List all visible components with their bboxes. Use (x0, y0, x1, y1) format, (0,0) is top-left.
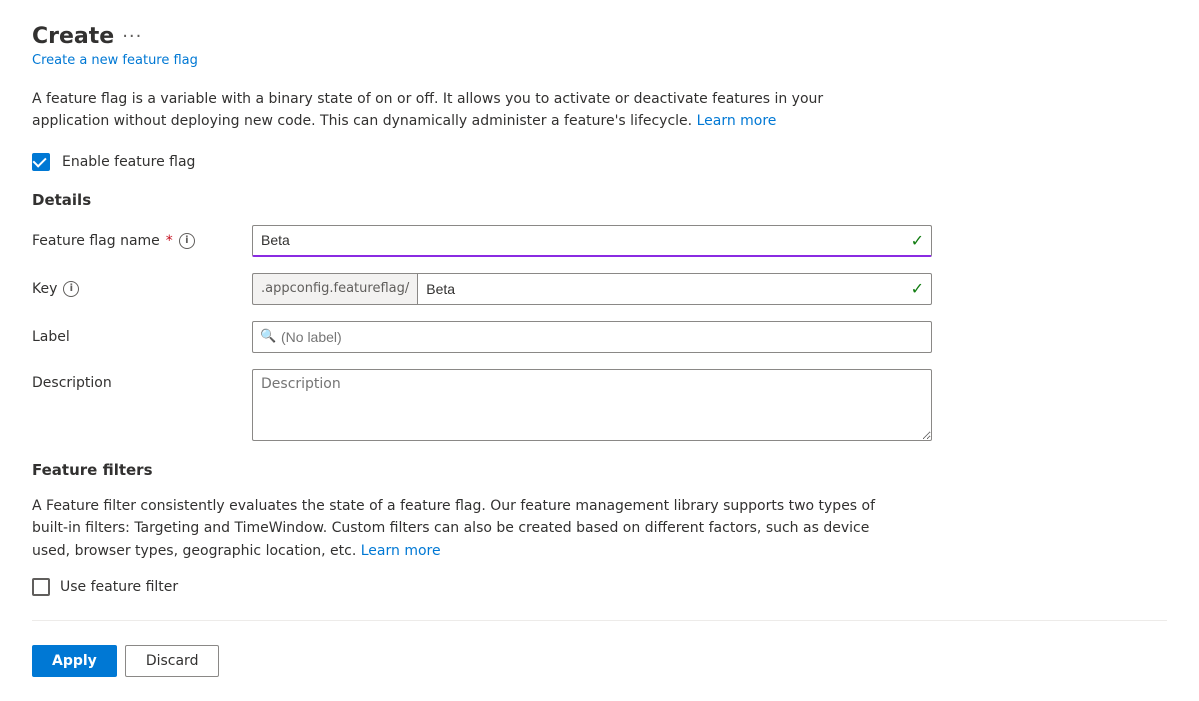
page-title: Create (32, 24, 114, 49)
key-label-text: Key (32, 281, 57, 297)
feature-filters-learn-more-link[interactable]: Learn more (361, 543, 441, 559)
enable-feature-flag-row: Enable feature flag (32, 153, 1167, 171)
required-star: * (166, 233, 173, 249)
use-feature-filter-label: Use feature filter (60, 579, 178, 595)
label-search-icon: 🔍 (260, 329, 276, 344)
description-label: Description (32, 369, 252, 391)
apply-button[interactable]: Apply (32, 645, 117, 677)
use-feature-filter-row: Use feature filter (32, 578, 1167, 596)
page-description: A feature flag is a variable with a bina… (32, 88, 892, 133)
key-input-container: .appconfig.featureflag/ ✓ (252, 273, 932, 305)
feature-flag-name-check-icon: ✓ (911, 231, 924, 250)
feature-filters-description: A Feature filter consistently evaluates … (32, 495, 892, 562)
details-section: Details Feature flag name * i ✓ Key i .a… (32, 191, 1167, 445)
feature-flag-name-label-text: Feature flag name (32, 233, 160, 249)
label-input[interactable] (252, 321, 932, 353)
feature-flag-name-label: Feature flag name * i (32, 233, 252, 249)
description-textarea[interactable] (252, 369, 932, 441)
feature-filters-title: Feature filters (32, 461, 1167, 479)
feature-flag-name-field: ✓ (252, 225, 932, 257)
details-section-title: Details (32, 191, 1167, 209)
discard-button[interactable]: Discard (125, 645, 220, 677)
description-row: Description (32, 369, 932, 445)
feature-flag-name-info-icon[interactable]: i (179, 233, 195, 249)
enable-feature-flag-checkbox[interactable] (32, 153, 50, 171)
description-label-text: Description (32, 375, 112, 391)
key-field: .appconfig.featureflag/ ✓ (252, 273, 932, 305)
page-header: Create ··· (32, 24, 1167, 49)
feature-filters-description-text: A Feature filter consistently evaluates … (32, 498, 875, 559)
enable-feature-flag-label: Enable feature flag (62, 154, 195, 170)
key-prefix: .appconfig.featureflag/ (252, 273, 417, 305)
feature-flag-name-row: Feature flag name * i ✓ (32, 225, 932, 257)
action-divider (32, 620, 1167, 621)
feature-flag-name-input-container: ✓ (252, 225, 932, 257)
key-input[interactable] (417, 273, 932, 305)
key-info-icon[interactable]: i (63, 281, 79, 297)
action-bar: Apply Discard (32, 637, 1167, 677)
feature-filters-section: Feature filters A Feature filter consist… (32, 461, 1167, 596)
label-field-label: Label (32, 329, 252, 345)
key-check-icon: ✓ (911, 279, 924, 298)
use-feature-filter-checkbox[interactable] (32, 578, 50, 596)
page-subtitle[interactable]: Create a new feature flag (32, 53, 1167, 68)
description-learn-more-link[interactable]: Learn more (697, 113, 777, 129)
label-field-label-text: Label (32, 329, 70, 345)
key-label: Key i (32, 281, 252, 297)
label-row: Label 🔍 (32, 321, 932, 353)
key-row: Key i .appconfig.featureflag/ ✓ (32, 273, 932, 305)
label-field: 🔍 (252, 321, 932, 353)
more-options-icon[interactable]: ··· (122, 26, 142, 47)
feature-flag-name-input[interactable] (252, 225, 932, 257)
description-field (252, 369, 932, 445)
